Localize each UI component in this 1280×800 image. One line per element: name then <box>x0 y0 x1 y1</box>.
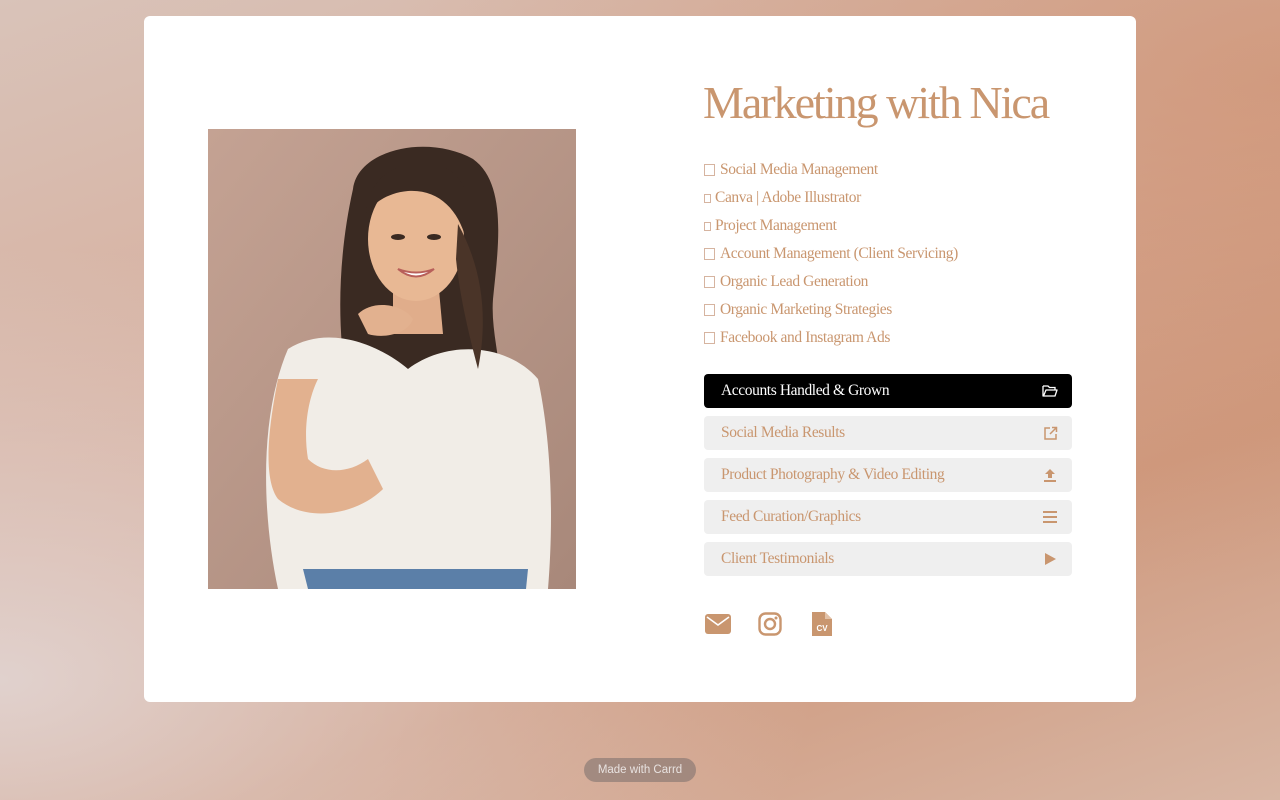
checkbox-icon <box>704 164 715 176</box>
checkbox-icon <box>704 193 711 203</box>
page-title: Marketing with Nica <box>703 77 1050 128</box>
list-item: Canva | Adobe Illustrator <box>704 184 1124 212</box>
external-link-icon <box>1042 425 1058 441</box>
upload-icon <box>1042 467 1058 483</box>
checkbox-icon <box>704 276 715 288</box>
folder-open-icon <box>1042 383 1058 399</box>
accounts-handled-button[interactable]: Accounts Handled & Grown <box>704 374 1072 408</box>
skills-list: Social Media Management Canva | Adobe Il… <box>704 156 1124 352</box>
profile-card: Marketing with Nica Social Media Managem… <box>144 16 1136 702</box>
product-photography-button[interactable]: Product Photography & Video Editing <box>704 458 1072 492</box>
social-links: CV <box>704 610 836 638</box>
menu-icon <box>1042 509 1058 525</box>
list-item: Organic Lead Generation <box>704 268 1124 296</box>
feed-curation-button[interactable]: Feed Curation/Graphics <box>704 500 1072 534</box>
checkbox-icon <box>704 304 715 316</box>
list-item: Social Media Management <box>704 156 1124 184</box>
list-item: Account Management (Client Servicing) <box>704 240 1124 268</box>
list-item: Facebook and Instagram Ads <box>704 324 1124 352</box>
instagram-icon[interactable] <box>756 610 784 638</box>
cv-file-icon[interactable]: CV <box>808 610 836 638</box>
list-item: Project Management <box>704 212 1124 240</box>
social-media-results-button[interactable]: Social Media Results <box>704 416 1072 450</box>
profile-photo <box>208 129 576 589</box>
list-item: Organic Marketing Strategies <box>704 296 1124 324</box>
client-testimonials-button[interactable]: Client Testimonials <box>704 542 1072 576</box>
checkbox-icon <box>704 221 711 231</box>
checkbox-icon <box>704 248 715 260</box>
made-with-carrd-badge[interactable]: Made with Carrd <box>584 758 696 782</box>
svg-text:CV: CV <box>816 624 828 633</box>
checkbox-icon <box>704 332 715 344</box>
email-icon[interactable] <box>704 610 732 638</box>
play-icon <box>1042 551 1058 567</box>
